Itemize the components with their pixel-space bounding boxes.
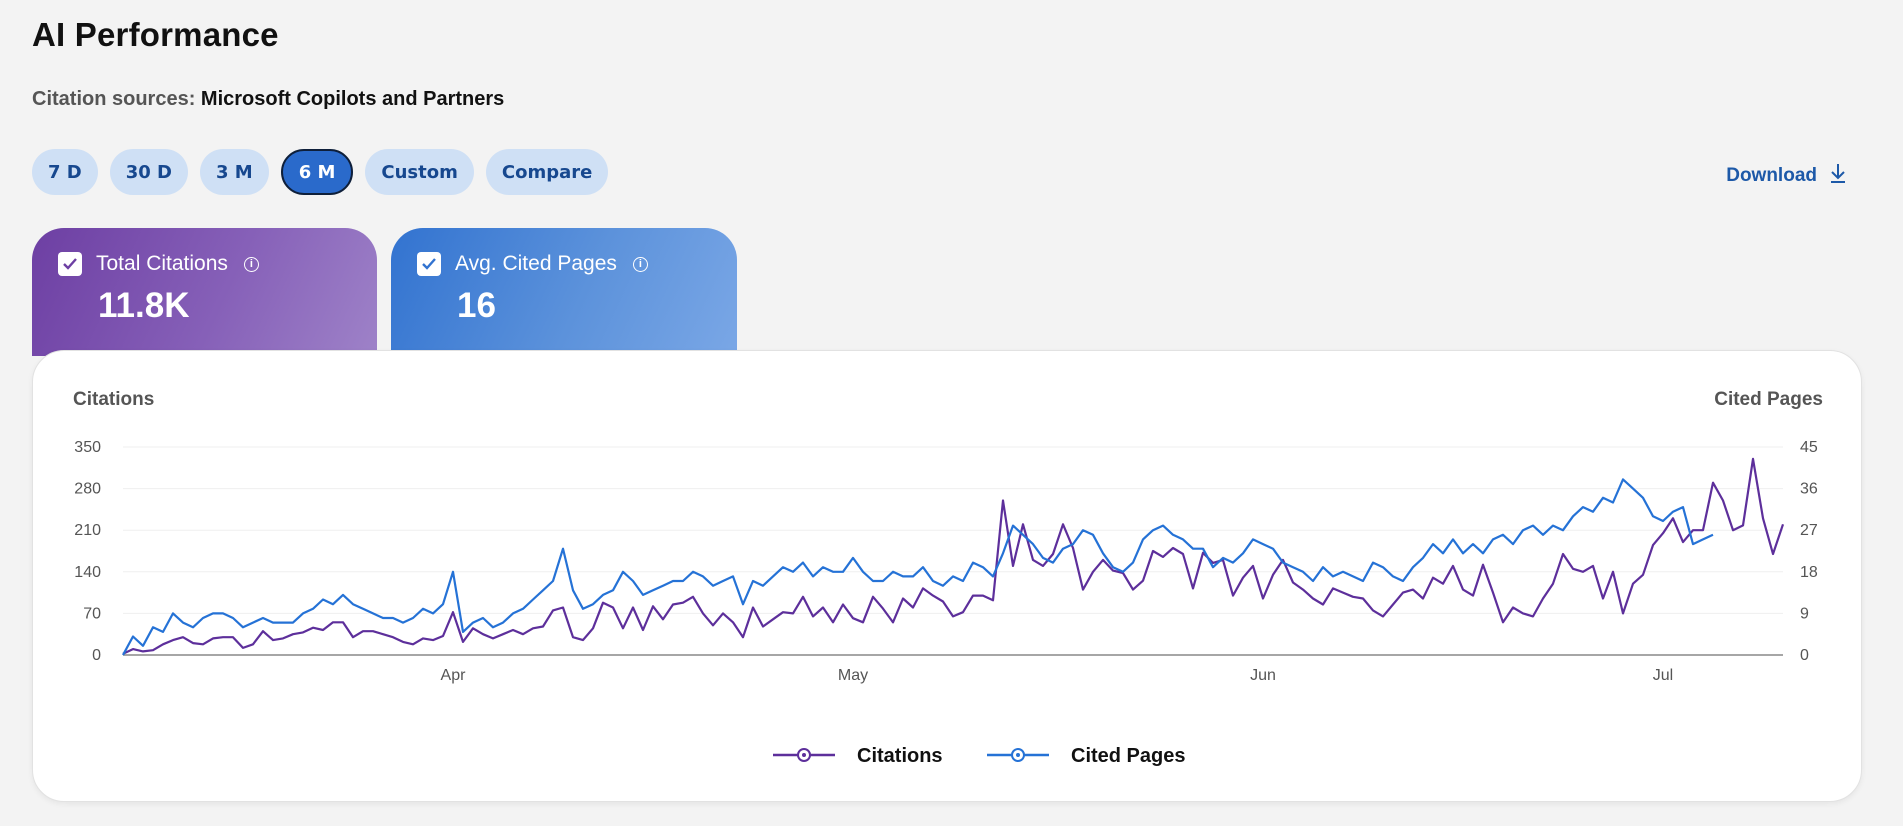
- range-7d-button[interactable]: 7 D: [32, 149, 98, 195]
- citation-sources-label: Citation sources:: [32, 88, 196, 110]
- legend-label-citations: Citations: [857, 745, 943, 767]
- x-tick-label: Apr: [441, 667, 467, 684]
- left-tick-label: 350: [74, 439, 101, 456]
- download-label: Download: [1726, 165, 1817, 186]
- right-tick-label: 45: [1800, 439, 1818, 456]
- right-axis-title: Cited Pages: [1714, 389, 1823, 410]
- total-citations-value: 11.8K: [98, 286, 190, 325]
- performance-chart-card: Citations Cited Pages 0 70 140 210 280 350 0 9 18 2…: [32, 350, 1862, 802]
- legend-marker-dot: [1016, 753, 1020, 757]
- citation-sources-value: Microsoft Copilots and Partners: [200, 88, 505, 110]
- range-30d-button[interactable]: 30 D: [109, 149, 188, 195]
- range-compare-button[interactable]: Compare: [485, 149, 609, 195]
- avg-cited-pages-checkbox[interactable]: [417, 252, 441, 276]
- x-tick-label: Jun: [1250, 667, 1276, 684]
- series-line-cited-pages: [122, 478, 1714, 656]
- range-3m-button[interactable]: 3 M: [200, 149, 269, 195]
- left-tick-label: 140: [74, 564, 101, 581]
- x-tick-label: May: [838, 667, 868, 684]
- right-tick-label: 27: [1800, 522, 1818, 539]
- range-custom-button[interactable]: Custom: [365, 149, 474, 195]
- right-tick-label: 36: [1800, 481, 1818, 498]
- avg-cited-pages-label: Avg. Cited Pages: [455, 252, 617, 275]
- total-citations-checkbox[interactable]: [58, 252, 82, 276]
- right-tick-label: 18: [1800, 564, 1818, 581]
- download-button[interactable]: Download: [1726, 162, 1847, 190]
- total-citations-label: Total Citations: [96, 252, 228, 275]
- avg-cited-pages-card[interactable]: Avg. Cited Pages i 16: [391, 228, 737, 356]
- page-title: AI Performance: [32, 16, 279, 53]
- x-tick-label: Jul: [1653, 667, 1673, 684]
- left-tick-label: 210: [74, 522, 101, 539]
- left-axis-title: Citations: [73, 389, 154, 410]
- download-icon: [1829, 162, 1847, 190]
- info-icon[interactable]: i: [243, 256, 259, 272]
- right-tick-label: 9: [1800, 605, 1809, 622]
- range-6m-button[interactable]: 6 M: [280, 149, 354, 195]
- avg-cited-pages-value: 16: [457, 286, 496, 325]
- date-range-selector: 7 D 30 D 3 M 6 M Custom Compare: [32, 149, 609, 195]
- left-tick-label: 70: [83, 605, 101, 622]
- legend-label-cited-pages: Cited Pages: [1071, 745, 1185, 767]
- performance-chart[interactable]: Citations Cited Pages 0 70 140 210 280 350 0 9 18 2…: [33, 351, 1861, 801]
- total-citations-card[interactable]: Total Citations i 11.8K: [32, 228, 377, 356]
- info-icon[interactable]: i: [632, 256, 648, 272]
- citation-sources: Citation sources: Microsoft Copilots and…: [32, 88, 504, 111]
- legend-marker-dot: [802, 753, 806, 757]
- left-tick-label: 280: [74, 481, 101, 498]
- left-tick-label: 0: [92, 647, 101, 664]
- right-tick-label: 0: [1800, 647, 1809, 664]
